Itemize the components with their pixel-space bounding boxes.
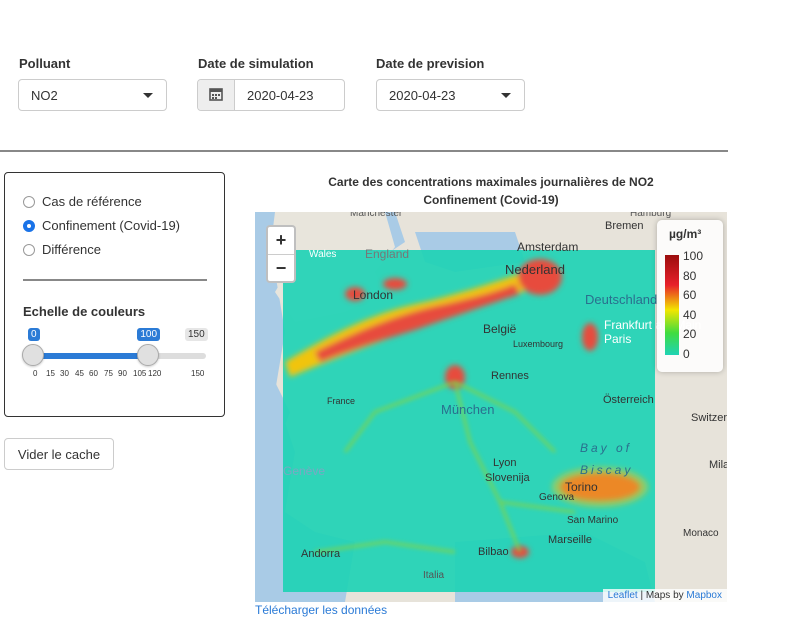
radio-difference[interactable]: Différence	[23, 242, 101, 257]
radio-label: Différence	[42, 242, 102, 257]
map-place-label: Amsterdam	[517, 240, 579, 254]
chevron-down-icon	[501, 93, 511, 98]
map-place-label: Rennes	[491, 370, 529, 382]
slider-range-fill	[33, 353, 149, 359]
legend-tick-label: 0	[683, 346, 690, 361]
zoom-in-button[interactable]: +	[268, 227, 294, 255]
legend-tick-label: 20	[683, 327, 697, 341]
forecast-date-label: Date de prevision	[376, 56, 485, 71]
slider-tick-label: 105	[133, 369, 147, 378]
map-legend: µg/m³ 100 80 60 40 20 0	[657, 220, 723, 372]
map-place-label: België	[483, 322, 517, 336]
map-title: Carte des concentrations maximales journ…	[328, 175, 654, 189]
map-place-label: Manchester	[350, 212, 403, 219]
chevron-down-icon	[143, 93, 153, 98]
map-place-label: Milano	[709, 459, 727, 471]
map-place-label: Österreich	[603, 394, 654, 406]
slider-tick-label: 30	[60, 369, 69, 378]
attribution-separator: | Maps by	[637, 590, 687, 601]
map-place-label: Lyon	[493, 457, 517, 469]
section-divider	[0, 150, 728, 152]
map-place-label: Wales	[309, 249, 337, 260]
map-place-label: Luxembourg	[513, 339, 564, 349]
zoom-control: + −	[266, 225, 296, 283]
pollutant-select[interactable]: NO2	[18, 79, 167, 111]
sim-date-field[interactable]: 2020-04-23	[197, 79, 345, 111]
calendar-icon	[198, 80, 235, 110]
map-subtitle: Confinement (Covid-19)	[423, 193, 559, 207]
slider-tick-label: 60	[89, 369, 98, 378]
legend-tick-label: 80	[683, 268, 697, 283]
map-place-label: Paris	[604, 332, 632, 346]
settings-panel: Cas de référence Confinement (Covid-19) …	[4, 172, 225, 417]
slider-max-value: 150	[185, 328, 208, 341]
sim-date-value: 2020-04-23	[247, 88, 314, 103]
clear-cache-button[interactable]: Vider le cache	[4, 438, 114, 470]
mapbox-link[interactable]: Mapbox	[686, 590, 722, 601]
pollutant-label: Polluant	[19, 56, 71, 71]
download-data-link[interactable]: Télécharger les données	[255, 603, 387, 617]
forecast-date-select[interactable]: 2020-04-23	[376, 79, 525, 111]
forecast-date-value: 2020-04-23	[389, 88, 456, 103]
radio-confinement[interactable]: Confinement (Covid-19)	[23, 218, 180, 233]
slider-high-value: 100	[137, 328, 161, 341]
map-place-label: London	[353, 288, 394, 302]
slider-tick-label: 150	[191, 369, 205, 378]
legend-unit: µg/m³	[669, 227, 702, 241]
pollutant-value: NO2	[31, 88, 58, 103]
radio-label: Confinement (Covid-19)	[42, 218, 181, 233]
legend-color-bar	[665, 255, 679, 355]
radio-button[interactable]	[23, 195, 35, 208]
slider-low-handle[interactable]	[22, 344, 44, 366]
slider-tick-label: 15	[46, 369, 55, 378]
map-place-label: Bay of Biscay	[580, 441, 634, 477]
slider-low-value: 0	[28, 328, 40, 341]
map-place-label: France	[327, 396, 356, 406]
slider-tick-label: 120	[148, 369, 162, 378]
map-place-label: Nederland	[505, 262, 565, 277]
map-place-label: Genova	[539, 492, 575, 503]
radio-button[interactable]	[23, 243, 35, 256]
sim-date-label: Date de simulation	[198, 56, 314, 71]
slider-tick-label: 45	[75, 369, 84, 378]
map-place-label: Hamburg	[630, 212, 672, 219]
map-place-label: München	[441, 402, 495, 417]
legend-tick-label: 40	[683, 307, 697, 322]
slider-tick-label: 0	[33, 369, 38, 378]
map-place-label: San Marino	[567, 515, 619, 526]
color-scale-label: Echelle de couleurs	[23, 304, 146, 319]
map-place-label: Genève	[283, 464, 326, 478]
map-place-label: Deutschland	[585, 292, 658, 307]
leaflet-link[interactable]: Leaflet	[608, 590, 638, 601]
panel-divider	[23, 279, 207, 281]
map-place-label: Italia	[423, 570, 445, 581]
map-place-label: Monaco	[683, 528, 719, 539]
map-place-label: Bremen	[605, 220, 644, 232]
map-place-label: Bilbao	[478, 546, 509, 558]
legend-tick-label: 60	[683, 288, 697, 302]
legend-tick-label: 100	[683, 249, 704, 263]
map-attribution: Leaflet | Maps by Mapbox	[602, 589, 727, 602]
map-place-label: England	[365, 247, 410, 261]
slider-tick-label: 75	[104, 369, 113, 378]
radio-label: Cas de référence	[42, 194, 142, 209]
map-place-label: Switzerland	[691, 412, 727, 424]
map-view[interactable]: Manchester Hamburg Bremen Wales England Amste…	[255, 212, 727, 602]
map-place-label: Slovenija	[485, 472, 530, 484]
radio-reference[interactable]: Cas de référence	[23, 194, 142, 209]
map-place-label: Marseille	[548, 534, 593, 546]
slider-tick-label: 90	[118, 369, 127, 378]
radio-button[interactable]	[23, 219, 35, 232]
zoom-out-button[interactable]: −	[268, 255, 294, 282]
map-place-label: Andorra	[301, 548, 341, 560]
slider-high-handle[interactable]	[137, 344, 160, 366]
